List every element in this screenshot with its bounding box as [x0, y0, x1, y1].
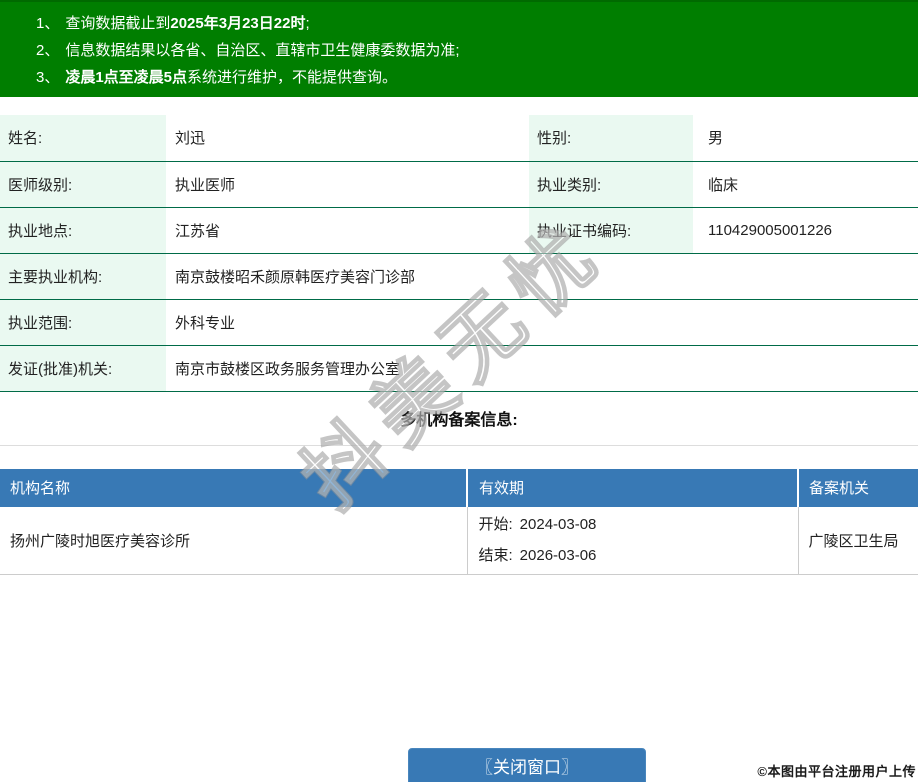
close-window-button[interactable]: 〖关闭窗口〗	[408, 748, 646, 782]
start-label: 开始:	[478, 516, 513, 534]
column-header-org: 机构名称	[0, 468, 467, 507]
validity-start: 开始: 2024-03-08	[479, 509, 798, 540]
table-row: 医师级别: 执业医师 执业类别: 临床	[0, 161, 918, 208]
notice-banner: 1、 查询数据截止到2025年3月23日22时; 2、 信息数据结果以各省、自治区、…	[0, 0, 918, 97]
column-header-authority: 备案机关	[797, 468, 918, 507]
end-date: 2026-03-06	[519, 547, 597, 565]
notice-text-bold: 凌晨1点至凌晨5点	[65, 69, 188, 86]
category-label: 执业类别:	[529, 161, 693, 208]
notice-text: ;	[305, 15, 310, 32]
validity-end: 结束: 2026-03-06	[479, 540, 798, 571]
authority-value: 南京市鼓楼区政务服务管理办公室	[166, 345, 918, 392]
table-row: 主要执业机构: 南京鼓楼昭禾颜原韩医疗美容门诊部	[0, 253, 918, 300]
notice-text-bold: 2025年3月23日22时	[170, 15, 306, 32]
notice-line-1: 1、 查询数据截止到2025年3月23日22时;	[36, 10, 908, 37]
divider	[0, 444, 918, 446]
gender-label: 性别:	[529, 115, 693, 162]
filing-authority-value: 广陵区卫生局	[797, 506, 918, 575]
table-row: 执业范围: 外科专业	[0, 299, 918, 346]
level-label: 医师级别:	[0, 161, 166, 208]
notice-text: 系统进行维护，不能提供查询。	[187, 69, 398, 86]
notice-line-2: 2、 信息数据结果以各省、自治区、直辖市卫生健康委数据为准;	[36, 37, 908, 64]
doctor-info-table: 姓名: 刘迅 性别: 男 医师级别: 执业医师 执业类别: 临床 执业地点: 江…	[0, 115, 918, 392]
org-label: 主要执业机构:	[0, 253, 166, 300]
notice-number: 2、	[36, 42, 60, 59]
notice-number: 1、	[36, 15, 60, 32]
scope-label: 执业范围:	[0, 299, 166, 346]
start-date: 2024-03-08	[519, 516, 597, 534]
name-value: 刘迅	[166, 115, 529, 162]
table-row: 姓名: 刘迅 性别: 男	[0, 115, 918, 162]
gender-value: 男	[693, 115, 918, 162]
notice-text: 信息数据结果以各省、自治区、直辖市卫生健康委数据为准;	[65, 42, 460, 59]
notice-number: 3、	[36, 69, 60, 86]
notice-text: 查询数据截止到	[65, 15, 171, 32]
attribution-text: ©本图由平台注册用户上传	[757, 764, 916, 779]
table-row: 执业地点: 江苏省 执业证书编码: 110429005001226	[0, 207, 918, 254]
org-value: 南京鼓楼昭禾颜原韩医疗美容门诊部	[166, 253, 918, 300]
filing-validity-cell: 开始: 2024-03-08 结束: 2026-03-06	[466, 506, 798, 575]
location-label: 执业地点:	[0, 207, 166, 254]
filing-section-heading: 多机构备案信息:	[400, 411, 518, 429]
filing-table: 机构名称 有效期 备案机关 扬州广陵时旭医疗美容诊所 开始: 2024-03-08…	[0, 468, 918, 575]
cert-label: 执业证书编码:	[529, 207, 693, 254]
cert-value: 110429005001226	[693, 207, 918, 254]
filing-header-row: 机构名称 有效期 备案机关	[0, 468, 918, 507]
level-value: 执业医师	[166, 161, 529, 208]
authority-label: 发证(批准)机关:	[0, 345, 166, 392]
category-value: 临床	[693, 161, 918, 208]
scope-value: 外科专业	[166, 299, 918, 346]
column-header-validity: 有效期	[466, 468, 798, 507]
location-value: 江苏省	[166, 207, 529, 254]
table-row: 扬州广陵时旭医疗美容诊所 开始: 2024-03-08 结束: 2026-03-06…	[0, 506, 918, 575]
filing-org-value: 扬州广陵时旭医疗美容诊所	[0, 506, 467, 575]
notice-line-3: 3、 凌晨1点至凌晨5点系统进行维护，不能提供查询。	[36, 64, 908, 91]
name-label: 姓名:	[0, 115, 166, 162]
end-label: 结束:	[478, 547, 513, 565]
table-row: 发证(批准)机关: 南京市鼓楼区政务服务管理办公室	[0, 345, 918, 392]
